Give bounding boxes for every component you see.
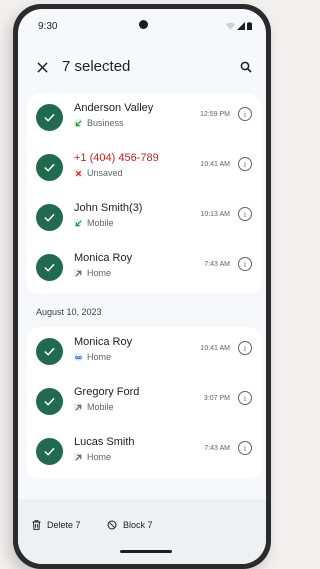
call-made-icon: [74, 453, 82, 461]
older-calls-card: Monica Roy Home 10:41 AM i Gregory Ford: [26, 327, 262, 479]
contact-name: Monica Roy: [74, 336, 133, 348]
close-icon: [36, 61, 48, 73]
selected-check-icon[interactable]: [36, 154, 63, 181]
call-time: 3:07 PM: [203, 395, 230, 402]
selection-title: 7 selected: [62, 58, 131, 75]
call-time: 10:41 AM: [200, 345, 230, 352]
info-icon[interactable]: i: [238, 441, 252, 455]
call-time: 10:41 AM: [200, 161, 230, 168]
call-time: 10:13 AM: [200, 211, 230, 218]
wifi-icon: [226, 22, 235, 30]
phone-frame: 9:30 7 selected Anderson Valley Business…: [13, 4, 271, 569]
call-made-icon: [74, 269, 82, 277]
call-type: Home: [74, 268, 111, 278]
app-bar: 7 selected: [18, 49, 266, 85]
call-type-label: Mobile: [87, 402, 114, 412]
call-type-label: Unsaved: [87, 168, 123, 178]
call-type: Unsaved: [74, 168, 123, 178]
delete-label: Delete 7: [47, 520, 81, 530]
selected-check-icon[interactable]: [36, 254, 63, 281]
call-row-john-smith[interactable]: John Smith(3) Mobile 10:13 AM i: [26, 194, 262, 244]
call-row-unsaved[interactable]: +1 (404) 456-789 Unsaved 10:41 AM i: [26, 144, 262, 194]
call-received-icon: [74, 219, 82, 227]
info-icon[interactable]: i: [238, 257, 252, 271]
date-section-header: August 10, 2023: [36, 307, 102, 317]
info-icon[interactable]: i: [238, 207, 252, 221]
delete-button[interactable]: Delete 7: [32, 520, 81, 530]
call-type: Mobile: [74, 218, 114, 228]
call-type: Business: [74, 118, 124, 128]
call-type-label: Home: [87, 268, 112, 278]
contact-name: +1 (404) 456-789: [74, 152, 159, 164]
status-bar: 9:30: [18, 9, 266, 43]
call-type-label: Mobile: [87, 218, 114, 228]
call-row-lucas-smith[interactable]: Lucas Smith Home 7:43 AM i: [26, 428, 262, 478]
info-icon[interactable]: i: [238, 107, 252, 121]
info-icon[interactable]: i: [238, 157, 252, 171]
contact-name: Monica Roy: [74, 252, 133, 264]
status-icons: [226, 22, 252, 30]
call-row-gregory-ford[interactable]: Gregory Ford Mobile 3:07 PM i: [26, 378, 262, 428]
call-type-label: Home: [87, 452, 112, 462]
search-icon: [240, 61, 252, 73]
selected-check-icon[interactable]: [36, 338, 63, 365]
recent-calls-card: Anderson Valley Business 12:59 PM i +1 (…: [26, 94, 262, 294]
call-type: Home: [74, 352, 111, 362]
contact-name: Lucas Smith: [74, 436, 135, 448]
call-row-monica-roy[interactable]: Monica Roy Home 7:43 AM i: [26, 244, 262, 294]
missed-call-icon: [74, 169, 82, 177]
search-button[interactable]: [236, 57, 256, 77]
contact-name: Gregory Ford: [74, 386, 140, 398]
call-received-icon: [74, 119, 82, 127]
call-type: Home: [74, 452, 111, 462]
battery-icon: [247, 22, 252, 30]
call-time: 12:59 PM: [200, 111, 230, 118]
trash-icon: [32, 520, 41, 530]
call-type: Mobile: [74, 402, 114, 412]
status-time: 9:30: [38, 21, 58, 32]
contact-name: John Smith(3): [74, 202, 143, 214]
selected-check-icon[interactable]: [36, 204, 63, 231]
call-type-label: Business: [87, 118, 124, 128]
voicemail-icon: [74, 353, 82, 361]
close-button[interactable]: [32, 57, 52, 77]
call-row-monica-roy-older[interactable]: Monica Roy Home 10:41 AM i: [26, 328, 262, 378]
info-icon[interactable]: i: [238, 391, 252, 405]
block-button[interactable]: Block 7: [107, 520, 153, 530]
call-made-icon: [74, 403, 82, 411]
selected-check-icon[interactable]: [36, 104, 63, 131]
selected-check-icon[interactable]: [36, 388, 63, 415]
screen: 9:30 7 selected Anderson Valley Business…: [18, 9, 266, 564]
info-icon[interactable]: i: [238, 341, 252, 355]
contact-name: Anderson Valley: [74, 102, 154, 114]
home-indicator[interactable]: [120, 550, 172, 553]
call-type-label: Home: [87, 352, 112, 362]
selected-check-icon[interactable]: [36, 438, 63, 465]
call-row-anderson-valley[interactable]: Anderson Valley Business 12:59 PM i: [26, 94, 262, 144]
block-label: Block 7: [123, 520, 153, 530]
call-time: 7:43 AM: [204, 261, 230, 268]
selection-action-bar: Delete 7 Block 7: [18, 499, 266, 564]
camera-cutout: [139, 20, 148, 29]
signal-icon: [237, 22, 245, 30]
block-icon: [107, 520, 117, 530]
call-time: 7:43 AM: [204, 445, 230, 452]
